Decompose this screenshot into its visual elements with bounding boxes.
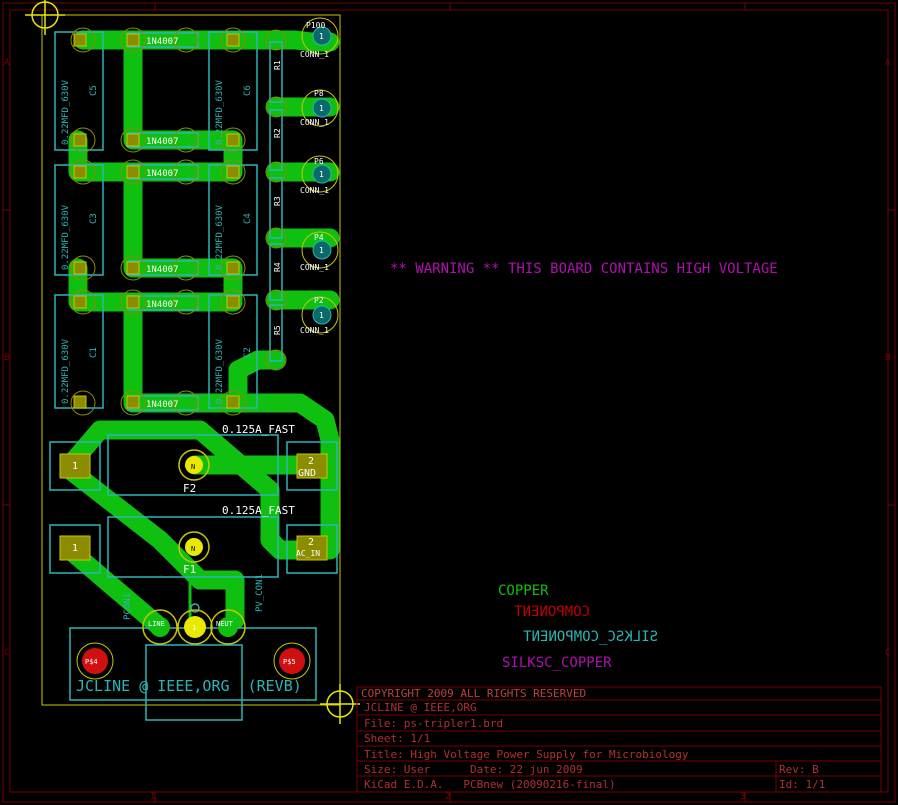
aux-crosshair-icon bbox=[320, 684, 360, 724]
frame-col-label: 1 bbox=[150, 792, 155, 802]
layer-copper[interactable]: COPPER bbox=[498, 583, 549, 599]
fuse-mid: N bbox=[191, 545, 195, 553]
connector-value: CONN_1 bbox=[300, 50, 329, 59]
connector-value: CONN_1 bbox=[300, 326, 329, 335]
connector-ref: P2 bbox=[314, 296, 324, 305]
resistor-ref: R1 bbox=[273, 60, 282, 70]
connector-pin: 1 bbox=[319, 170, 324, 179]
fuse-pin: 1 bbox=[72, 543, 78, 554]
layer-silk-component[interactable]: SILKSC_COMPONENT bbox=[523, 629, 658, 645]
layer-legend: COPPER COMPONENT SILKSC_COMPONENT SILKSC… bbox=[498, 583, 658, 671]
cap-ref: C1 bbox=[89, 347, 99, 358]
cap-value: 0.22MFD_630V bbox=[215, 204, 225, 270]
diode-label: 1N4007 bbox=[146, 400, 179, 410]
cap-ref: C2 bbox=[243, 347, 253, 358]
title-copyright: COPYRIGHT 2009 ALL RIGHTS RESERVED bbox=[361, 687, 586, 700]
cap-ref: C6 bbox=[243, 85, 253, 96]
pcon-ref: PCON1 bbox=[123, 593, 133, 620]
connector-ref: P8 bbox=[314, 89, 324, 98]
frame-row-label: A bbox=[4, 58, 10, 68]
frame-row-label: A bbox=[885, 58, 891, 68]
frame-row-label: C bbox=[4, 648, 9, 658]
frame-col-label: 3 bbox=[740, 792, 745, 802]
frame-row-label: B bbox=[4, 353, 9, 363]
fuse-value: 0.125A_FAST bbox=[222, 504, 295, 517]
layer-component[interactable]: COMPONENT bbox=[514, 604, 590, 620]
connector-value: CONN_1 bbox=[300, 186, 329, 195]
title-block: COPYRIGHT 2009 ALL RIGHTS RESERVED JCLIN… bbox=[356, 686, 882, 793]
title-size: Size: User bbox=[364, 763, 431, 776]
fuse-pin-label: AC_IN bbox=[296, 549, 320, 558]
fuse-pin: 1 bbox=[72, 461, 78, 472]
cap-ref: C3 bbox=[89, 213, 99, 224]
title-sheet: Sheet: 1/1 bbox=[364, 732, 430, 745]
fuse-pin: 2 bbox=[308, 456, 314, 467]
pcon-pin: LINE bbox=[148, 620, 165, 628]
fuse-pin-label: GND bbox=[298, 468, 316, 479]
title-author: JCLINE @ IEEE,ORG bbox=[364, 701, 477, 714]
fuse-ref: F2 bbox=[183, 482, 196, 495]
frame-row-label: B bbox=[885, 353, 890, 363]
cap-value: 0.22MFD_630V bbox=[215, 338, 225, 404]
title-tool: KiCad E.D.A. PCBnew (20090216-final) bbox=[364, 778, 616, 791]
connector-pin: 1 bbox=[319, 104, 324, 113]
fuse-mid: N bbox=[191, 463, 195, 471]
connector-value: CONN_1 bbox=[300, 118, 329, 127]
origin-crosshair-icon bbox=[25, 0, 65, 35]
pcon-pin: 1 bbox=[192, 624, 196, 632]
connector-ref: P6 bbox=[314, 157, 324, 166]
cap-value: 0.22MFD_630V bbox=[215, 79, 225, 145]
mount-hole-label: P$4 bbox=[85, 658, 98, 666]
connector-ref: P4 bbox=[314, 233, 324, 242]
copper-traces bbox=[60, 30, 340, 637]
pcon-value: PV_CON1 bbox=[255, 574, 265, 612]
connector-ref: P100 bbox=[306, 21, 325, 30]
title-title: Title: High Voltage Power Supply for Mic… bbox=[364, 748, 689, 761]
cap-value: 0.22MFD_630V bbox=[61, 79, 71, 145]
title-date: Date: 22 jun 2009 bbox=[470, 763, 583, 776]
diode-label: 1N4007 bbox=[146, 137, 179, 147]
mount-hole-label: P$5 bbox=[283, 658, 296, 666]
pcon-pin: NEUT bbox=[216, 620, 234, 628]
cap-value: 0.22MFD_630V bbox=[61, 204, 71, 270]
resistor-ref: R4 bbox=[273, 262, 282, 272]
diode-label: 1N4007 bbox=[146, 265, 179, 275]
cap-ref: C5 bbox=[89, 85, 99, 96]
resistor-ref: R5 bbox=[273, 325, 282, 335]
diode-label: 1N4007 bbox=[146, 37, 179, 47]
connector-pin: 1 bbox=[319, 246, 324, 255]
connector-pin: 1 bbox=[319, 311, 324, 320]
diode-label: 1N4007 bbox=[146, 169, 179, 179]
title-rev: Rev: B bbox=[779, 763, 819, 776]
board-credit-text: JCLINE @ IEEE,ORG (REVB) bbox=[76, 677, 302, 695]
diode-labels: 1N4007 1N4007 1N4007 1N4007 1N4007 1N400… bbox=[146, 37, 179, 410]
cap-value: 0.22MFD_630V bbox=[61, 338, 71, 404]
cap-ref: C4 bbox=[243, 213, 253, 224]
fuse-value: 0.125A_FAST bbox=[222, 423, 295, 436]
fuse-ref: F1 bbox=[183, 563, 196, 576]
resistor-ref: R3 bbox=[273, 196, 282, 206]
title-file: File: ps-tripler1.brd bbox=[364, 717, 503, 730]
resistor-ref: R2 bbox=[273, 128, 282, 138]
diode-label: 1N4007 bbox=[146, 300, 179, 310]
title-id: Id: 1/1 bbox=[779, 778, 825, 791]
connector-pin: 1 bbox=[319, 32, 324, 41]
capacitor-labels: 0.22MFD_630V C5 0.22MFD_630V C6 0.22MFD_… bbox=[61, 79, 253, 404]
connector-value: CONN_1 bbox=[300, 263, 329, 272]
high-voltage-warning: ** WARNING ** THIS BOARD CONTAINS HIGH V… bbox=[390, 261, 778, 277]
fuse-pin: 2 bbox=[308, 537, 314, 548]
frame-col-label: 2 bbox=[445, 792, 450, 802]
layer-silk-copper[interactable]: SILKSC_COPPER bbox=[502, 655, 612, 671]
pcb-canvas[interactable]: 1 2 3 A B C A B C 0.22MFD_630V C5 0.22MF… bbox=[0, 0, 898, 805]
frame-row-label: C bbox=[885, 648, 890, 658]
